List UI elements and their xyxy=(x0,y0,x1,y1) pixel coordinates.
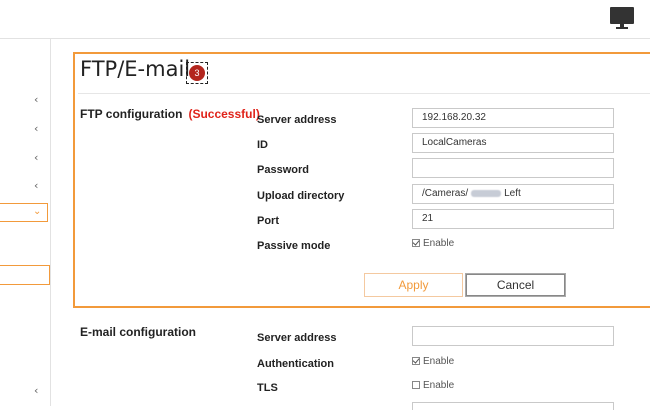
page-title: FTP/E-mail xyxy=(80,57,191,81)
sidebar-chevron-icon[interactable]: ‹ xyxy=(34,122,38,135)
upload-directory-input[interactable]: /Cameras/Left xyxy=(412,184,614,204)
server-address-input[interactable]: 192.168.20.32 xyxy=(412,108,614,128)
sidebar-item-expanded[interactable]: ⌄ xyxy=(0,203,48,222)
passive-mode-label: Passive mode xyxy=(257,240,331,252)
checkbox-unchecked-icon xyxy=(412,381,420,389)
passive-mode-enable-label: Enable xyxy=(423,238,455,249)
redacted-text xyxy=(471,189,502,197)
tls-enable-label: Enable xyxy=(423,380,455,391)
upload-directory-label: Upload directory xyxy=(257,190,345,202)
email-server-address-label: Server address xyxy=(257,332,337,344)
passive-mode-checkbox[interactable]: Enable xyxy=(412,238,454,249)
tls-label: TLS xyxy=(257,382,278,394)
monitor-icon[interactable] xyxy=(610,7,634,29)
authentication-enable-label: Enable xyxy=(423,356,455,367)
cancel-button[interactable]: Cancel xyxy=(465,273,566,297)
upload-directory-suffix: Left xyxy=(504,188,521,199)
ftp-highlight-frame xyxy=(73,52,650,308)
email-section-label: E-mail configuration xyxy=(80,325,197,339)
id-label: ID xyxy=(257,139,268,151)
apply-button[interactable]: Apply xyxy=(364,273,463,297)
port-input[interactable]: 21 xyxy=(412,209,614,229)
authentication-checkbox[interactable]: Enable xyxy=(412,356,454,367)
checkbox-checked-icon xyxy=(412,239,420,247)
step-badge: 3 xyxy=(189,65,205,81)
sidebar-item-ftp-email[interactable] xyxy=(0,265,50,285)
upload-directory-prefix: /Cameras/ xyxy=(422,188,469,199)
sidebar-chevron-icon[interactable]: ‹ xyxy=(34,384,38,397)
email-next-input[interactable] xyxy=(412,402,614,410)
tls-checkbox[interactable]: Enable xyxy=(412,380,454,391)
sidebar-chevron-icon[interactable]: ‹ xyxy=(34,93,38,106)
port-label: Port xyxy=(257,215,279,227)
authentication-label: Authentication xyxy=(257,358,334,370)
title-divider xyxy=(78,93,650,94)
top-bar xyxy=(0,0,650,39)
email-server-address-input[interactable] xyxy=(412,326,614,346)
sidebar-chevron-icon[interactable]: ‹ xyxy=(34,151,38,164)
sidebar-chevron-icon[interactable]: ‹ xyxy=(34,179,38,192)
password-input[interactable] xyxy=(412,158,614,178)
chevron-down-icon: ⌄ xyxy=(33,206,42,217)
ftp-section-label: FTP configuration (Successful) xyxy=(80,107,260,121)
ftp-status: (Successful) xyxy=(188,107,260,121)
step-badge-outline: 3 xyxy=(186,62,208,84)
password-label: Password xyxy=(257,164,309,176)
ftp-section-title: FTP configuration xyxy=(80,107,183,121)
id-input[interactable]: LocalCameras xyxy=(412,133,614,153)
server-address-label: Server address xyxy=(257,114,337,126)
sidebar: ‹ ‹ ‹ ‹ ⌄ ‹ xyxy=(0,39,51,406)
checkbox-checked-icon xyxy=(412,357,420,365)
